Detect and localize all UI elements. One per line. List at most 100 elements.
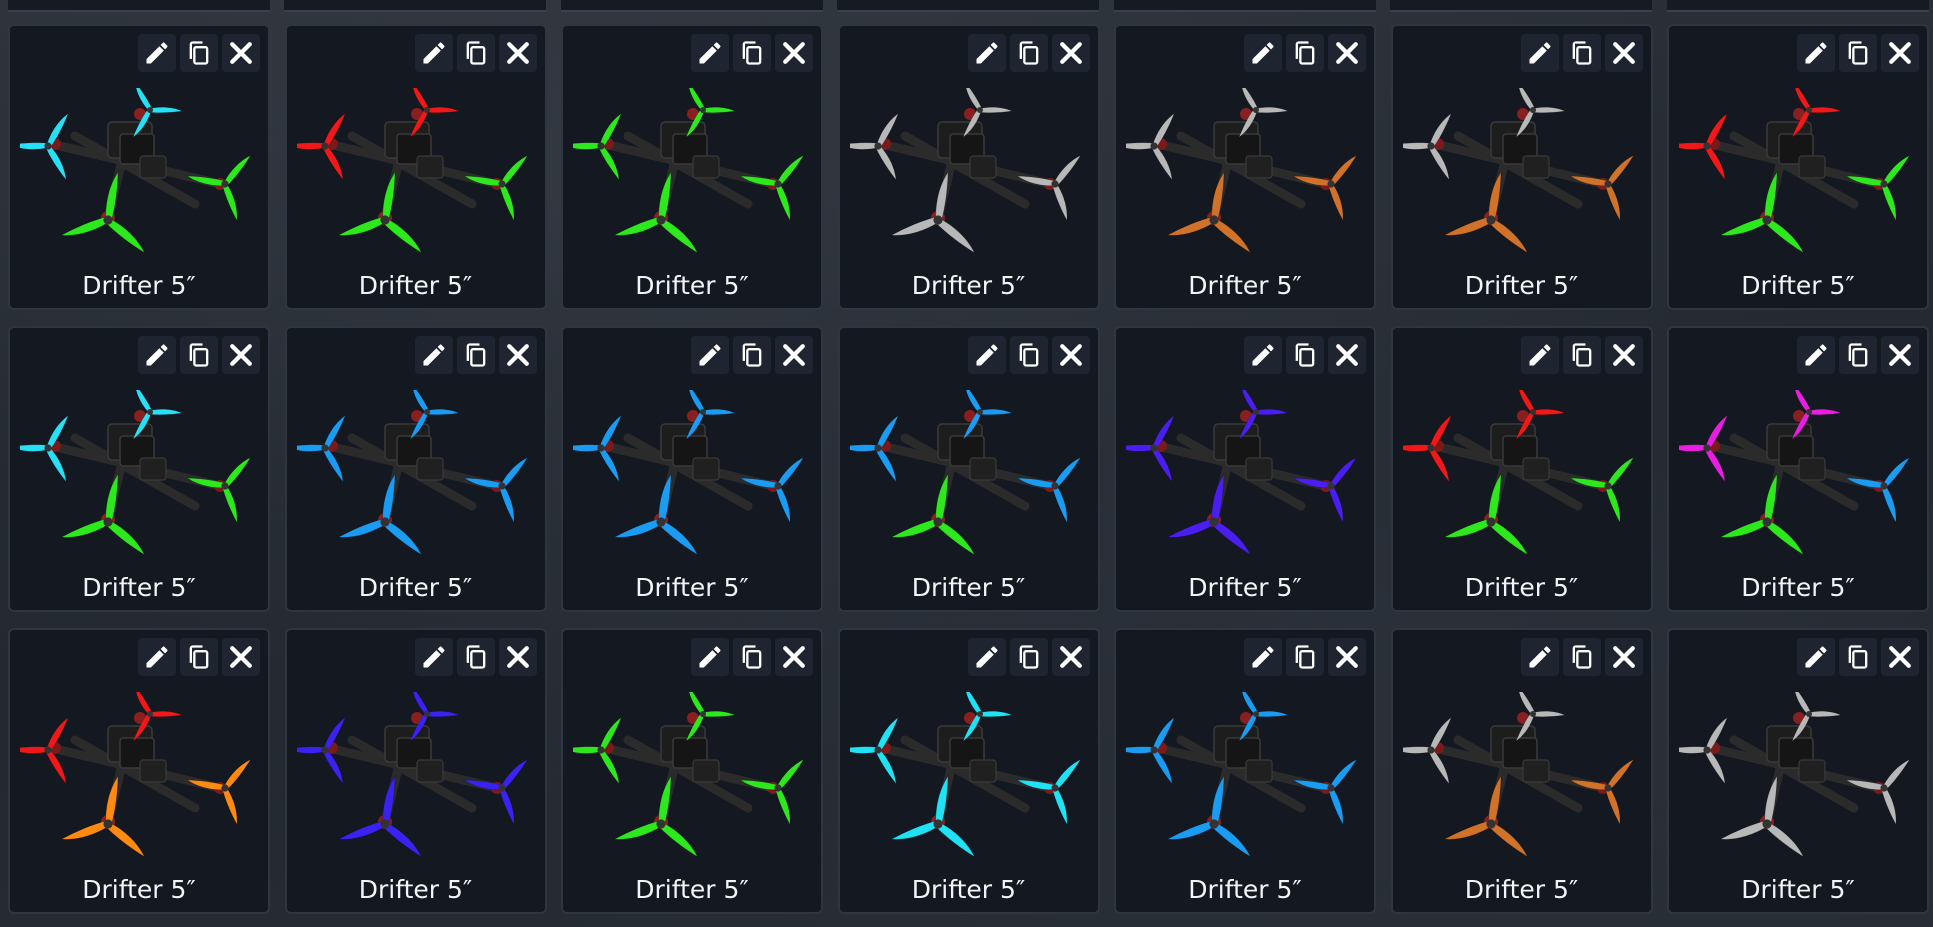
drone-card[interactable]: Drifter 5″ — [1114, 24, 1376, 310]
drone-card[interactable]: Drifter 5″ — [1390, 326, 1653, 612]
edit-button[interactable] — [1797, 638, 1835, 676]
delete-button[interactable] — [1328, 336, 1366, 374]
edit-button[interactable] — [414, 336, 453, 374]
drone-name: Drifter 5″ — [911, 875, 1026, 904]
drone-card[interactable]: Drifter 5″ — [561, 628, 823, 914]
edit-button[interactable] — [1244, 336, 1282, 374]
edit-button[interactable] — [1797, 34, 1835, 72]
drone-name: Drifter 5″ — [1188, 271, 1302, 300]
edit-button[interactable] — [691, 34, 729, 72]
drone-card[interactable]: Drifter 5″ — [8, 326, 270, 612]
drone-name: Drifter 5″ — [1464, 875, 1579, 904]
duplicate-button[interactable] — [1562, 34, 1601, 72]
drone-card[interactable]: Drifter 5″ — [1667, 326, 1929, 612]
delete-button[interactable] — [1328, 638, 1366, 676]
edit-button[interactable] — [414, 638, 453, 676]
drone-card[interactable]: Drifter 5″ — [837, 628, 1100, 914]
drone-name: Drifter 5″ — [358, 573, 473, 602]
delete-button[interactable] — [1051, 34, 1090, 72]
drone-card[interactable]: Drifter 5″ — [1114, 326, 1376, 612]
duplicate-button[interactable] — [180, 336, 218, 374]
delete-button[interactable] — [1881, 638, 1919, 676]
duplicate-button[interactable] — [180, 638, 218, 676]
drone-card[interactable]: Drifter 5″ — [284, 628, 547, 914]
edit-button[interactable] — [138, 336, 176, 374]
delete-button[interactable] — [775, 638, 813, 676]
edit-button[interactable] — [1520, 638, 1559, 676]
duplicate-button[interactable] — [733, 336, 771, 374]
duplicate-button[interactable] — [1009, 638, 1048, 676]
edit-button[interactable] — [1244, 638, 1282, 676]
drone-card[interactable]: Drifter 5″ — [1667, 628, 1929, 914]
delete-button[interactable] — [1881, 336, 1919, 374]
duplicate-button[interactable] — [1839, 34, 1877, 72]
edit-button[interactable] — [1797, 336, 1835, 374]
pencil-icon — [1802, 643, 1830, 671]
duplicate-button[interactable] — [1562, 638, 1601, 676]
duplicate-button[interactable] — [1286, 638, 1324, 676]
drone-card[interactable]: Drifter 5″ — [837, 24, 1100, 310]
drone-card[interactable]: Drifter 5″ — [284, 24, 547, 310]
drone-preview-image — [286, 81, 537, 268]
copy-icon — [185, 341, 213, 369]
duplicate-button[interactable] — [1009, 34, 1048, 72]
card-actions — [138, 34, 260, 72]
drone-card[interactable]: Drifter 5″ — [284, 326, 547, 612]
delete-button[interactable] — [222, 638, 260, 676]
delete-button[interactable] — [498, 638, 537, 676]
duplicate-button[interactable] — [1286, 34, 1324, 72]
duplicate-button[interactable] — [1839, 638, 1877, 676]
drone-preview-image — [1392, 81, 1643, 268]
delete-button[interactable] — [775, 336, 813, 374]
delete-button[interactable] — [498, 336, 537, 374]
copy-icon — [1844, 39, 1872, 67]
duplicate-button[interactable] — [1009, 336, 1048, 374]
delete-button[interactable] — [1051, 638, 1090, 676]
edit-button[interactable] — [967, 34, 1006, 72]
delete-button[interactable] — [498, 34, 537, 72]
delete-button[interactable] — [1604, 336, 1643, 374]
duplicate-button[interactable] — [456, 638, 495, 676]
drone-card[interactable]: Drifter 5″ — [1390, 628, 1653, 914]
duplicate-button[interactable] — [456, 34, 495, 72]
drone-card[interactable]: Drifter 5″ — [8, 24, 270, 310]
pencil-icon — [1249, 39, 1277, 67]
drone-card[interactable]: Drifter 5″ — [561, 326, 823, 612]
duplicate-button[interactable] — [456, 336, 495, 374]
delete-button[interactable] — [1051, 336, 1090, 374]
drone-card[interactable]: Drifter 5″ — [8, 628, 270, 914]
delete-button[interactable] — [222, 34, 260, 72]
card-actions — [1797, 34, 1919, 72]
edit-button[interactable] — [691, 638, 729, 676]
edit-button[interactable] — [138, 638, 176, 676]
drone-card[interactable]: Drifter 5″ — [1667, 24, 1929, 310]
duplicate-button[interactable] — [733, 638, 771, 676]
delete-button[interactable] — [1881, 34, 1919, 72]
duplicate-button[interactable] — [1839, 336, 1877, 374]
duplicate-button[interactable] — [733, 34, 771, 72]
edit-button[interactable] — [1520, 34, 1559, 72]
edit-button[interactable] — [1520, 336, 1559, 374]
drone-card[interactable]: Drifter 5″ — [837, 326, 1100, 612]
delete-button[interactable] — [1328, 34, 1366, 72]
drone-card[interactable]: Drifter 5″ — [1390, 24, 1653, 310]
duplicate-button[interactable] — [1286, 336, 1324, 374]
edit-button[interactable] — [138, 34, 176, 72]
delete-button[interactable] — [1604, 638, 1643, 676]
drone-card[interactable]: Drifter 5″ — [561, 24, 823, 310]
edit-button[interactable] — [691, 336, 729, 374]
edit-button[interactable] — [414, 34, 453, 72]
pencil-icon — [420, 643, 448, 671]
edit-button[interactable] — [967, 336, 1006, 374]
close-icon — [226, 340, 256, 370]
edit-button[interactable] — [1244, 34, 1282, 72]
drone-card[interactable]: Drifter 5″ — [1114, 628, 1376, 914]
copy-icon — [185, 643, 213, 671]
edit-button[interactable] — [967, 638, 1006, 676]
duplicate-button[interactable] — [1562, 336, 1601, 374]
duplicate-button[interactable] — [180, 34, 218, 72]
delete-button[interactable] — [1604, 34, 1643, 72]
delete-button[interactable] — [775, 34, 813, 72]
delete-button[interactable] — [222, 336, 260, 374]
card-actions — [1797, 638, 1919, 676]
